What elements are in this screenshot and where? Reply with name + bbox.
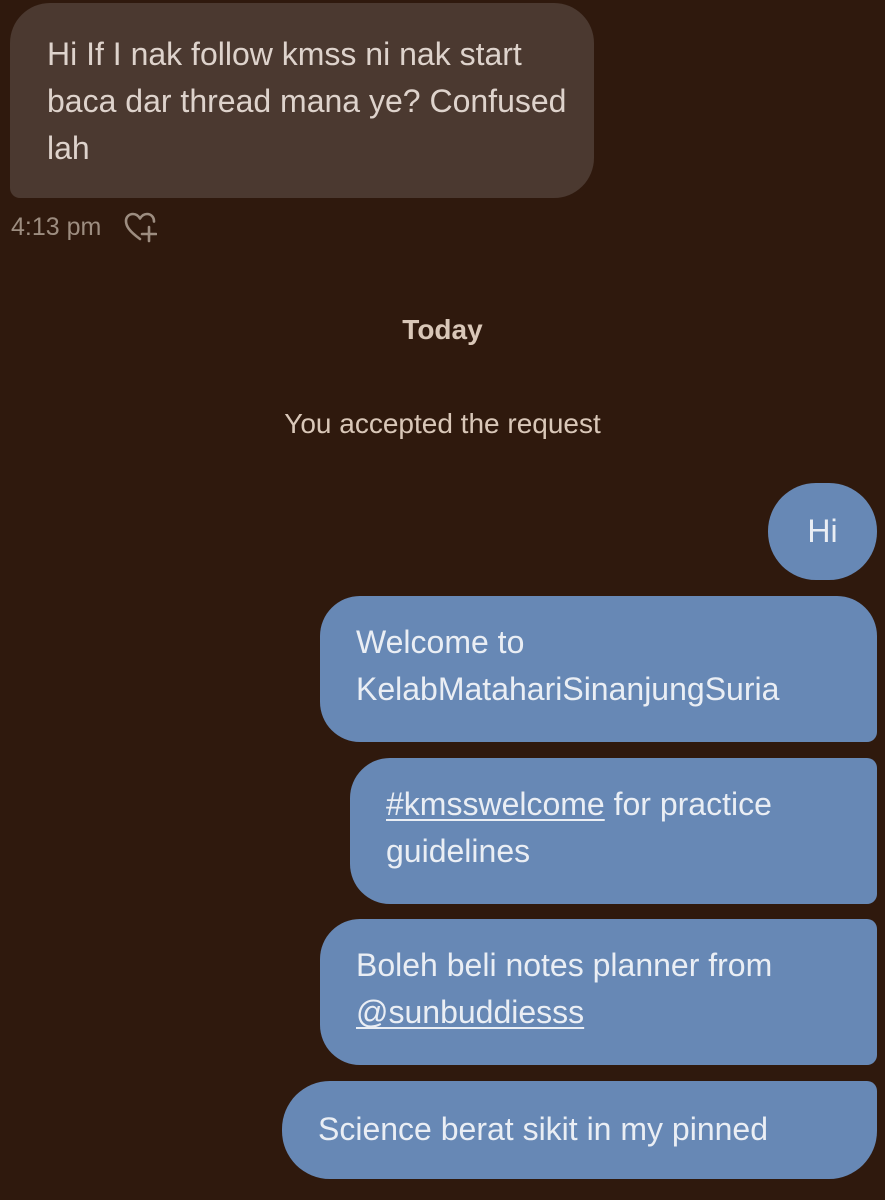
outgoing-message-bubble[interactable]: #kmsswelcome for practice guidelines — [350, 758, 877, 904]
incoming-message-text: Hi If I nak follow kmss ni nak start bac… — [47, 36, 567, 166]
hashtag-link[interactable]: #kmsswelcome — [386, 786, 605, 822]
outgoing-message-bubble[interactable]: Hi — [768, 483, 877, 580]
message-timestamp: 4:13 pm — [11, 212, 102, 241]
outgoing-message-bubble[interactable]: Boleh beli notes planner from @sunbuddie… — [320, 919, 877, 1065]
outgoing-message-text: Welcome to KelabMatahariSinanjungSuria — [356, 624, 780, 707]
incoming-message-bubble[interactable]: Hi If I nak follow kmss ni nak start bac… — [10, 3, 594, 198]
outgoing-message-bubble[interactable]: Science berat sikit in my pinned — [282, 1081, 877, 1179]
mention-link[interactable]: @sunbuddiesss — [356, 994, 584, 1030]
day-divider: Today — [402, 314, 483, 345]
outgoing-message-text: Boleh beli notes planner from — [356, 947, 773, 983]
incoming-message-meta: 4:13 pm — [11, 205, 158, 249]
heart-plus-icon[interactable] — [123, 210, 158, 244]
outgoing-message-text: Hi — [807, 513, 838, 549]
outgoing-message-text: Science berat sikit in my pinned — [318, 1111, 768, 1147]
outgoing-message-bubble[interactable]: Welcome to KelabMatahariSinanjungSuria — [320, 596, 877, 742]
request-accepted-note: You accepted the request — [284, 408, 601, 439]
